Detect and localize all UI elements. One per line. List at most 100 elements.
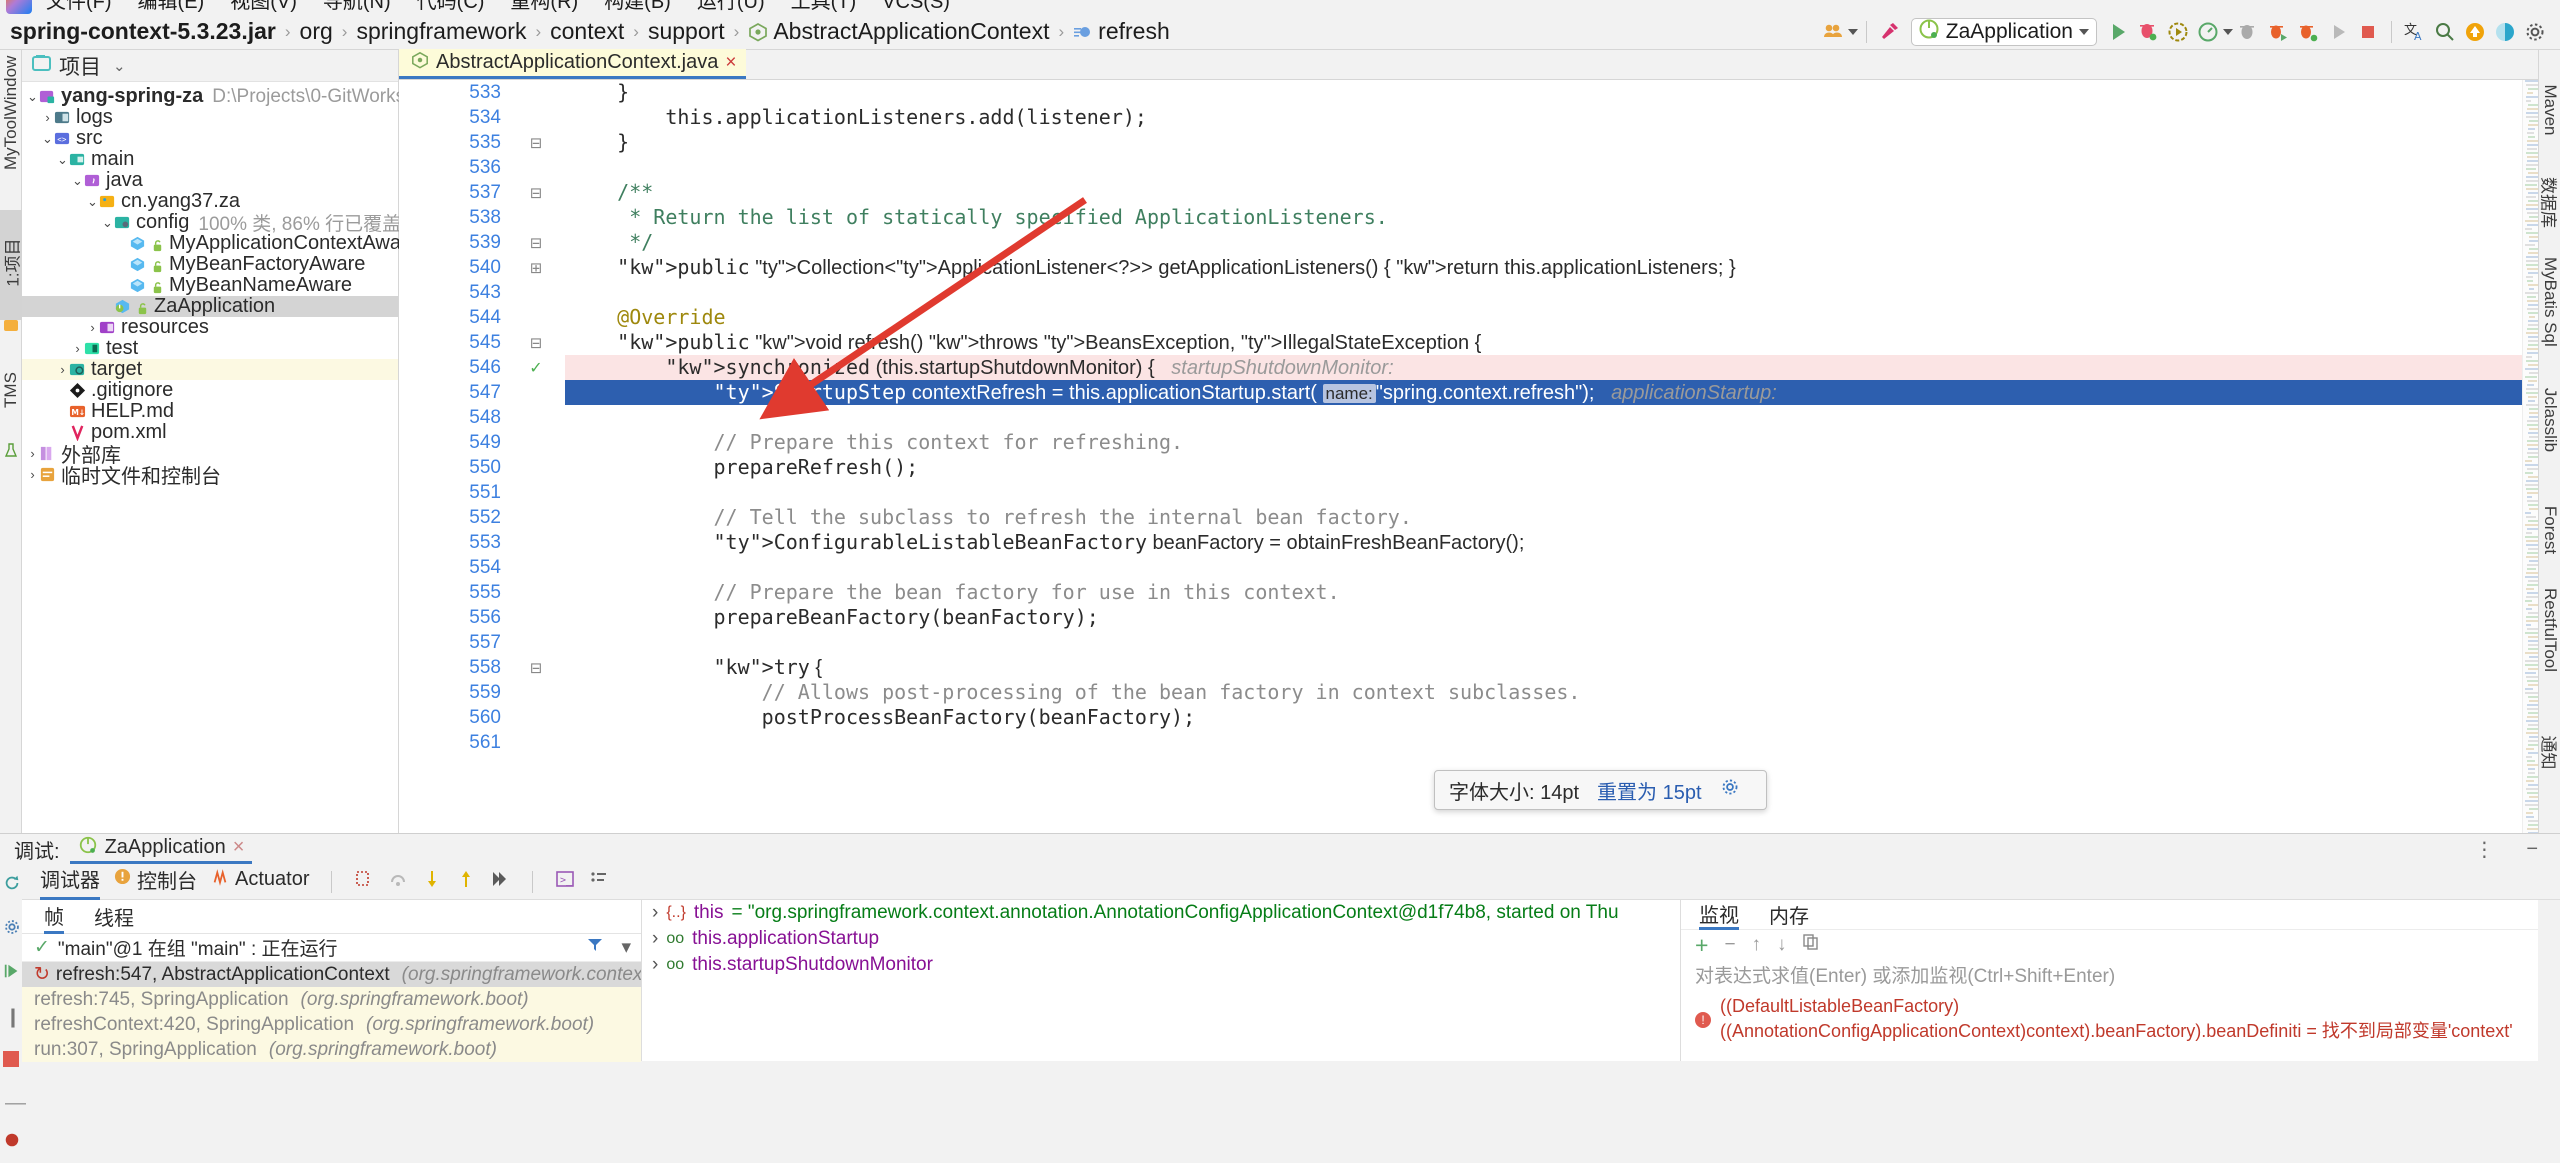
menu-item-tools[interactable]: 工具(T): [791, 0, 857, 14]
code-line[interactable]: prepareBeanFactory(beanFactory);: [565, 605, 2560, 630]
frame-row[interactable]: refresh:745, SpringApplication(org.sprin…: [22, 987, 641, 1012]
expand-chevron-icon[interactable]: ›: [652, 954, 658, 976]
chevron-down-icon[interactable]: ⌄: [86, 194, 99, 210]
breadcrumb-item-org[interactable]: org: [300, 18, 333, 45]
tree-item-mybeannameaware[interactable]: MyBeanNameAware: [22, 275, 398, 296]
chevron-down-icon[interactable]: ⌄: [56, 152, 69, 168]
editor-area[interactable]: AbstractApplicationContext.java × 533534…: [399, 50, 2560, 833]
code-line[interactable]: * Return the list of statically specifie…: [565, 205, 2560, 230]
frames-tab-strip[interactable]: 帧 线程: [22, 900, 641, 934]
layout-settings-icon[interactable]: [589, 869, 609, 895]
line-number[interactable]: 552: [399, 505, 507, 530]
line-number[interactable]: 545: [399, 330, 507, 355]
pause-icon[interactable]: ❙❙: [0, 996, 22, 1039]
tree-item-config[interactable]: ⌄config100% 类, 86% 行已覆盖: [22, 212, 398, 233]
frame-list[interactable]: ↻refresh:547, AbstractApplicationContext…: [22, 962, 641, 1062]
breadcrumb-item-context[interactable]: context: [550, 18, 624, 45]
move-down-button[interactable]: ↓: [1777, 934, 1787, 956]
watch-expression-input[interactable]: 对表达式求值(Enter) 或添加监视(Ctrl+Shift+Enter): [1681, 960, 2538, 988]
more-options-icon[interactable]: ⋮: [2474, 837, 2494, 862]
gear-icon[interactable]: [1720, 777, 1740, 803]
line-number[interactable]: 540: [399, 255, 507, 280]
right-tool-strip[interactable]: Maven 数据库 MyBatis Sql Jclasslib Forest R…: [2538, 50, 2560, 833]
code-line[interactable]: }: [565, 130, 2560, 155]
code-line[interactable]: [565, 555, 2560, 580]
line-number[interactable]: 547: [399, 380, 507, 405]
tab-watches[interactable]: 监视: [1699, 900, 1739, 930]
line-number[interactable]: 539: [399, 230, 507, 255]
fold-marker[interactable]: ⊟: [507, 130, 565, 155]
fold-marker[interactable]: ✓: [507, 355, 565, 380]
debug-tool-window[interactable]: 调试: ZaApplication × ⋮ − ❙❙ —: [0, 833, 2560, 1061]
hammer-icon[interactable]: [1875, 17, 1905, 47]
debug-side-actions[interactable]: ❙❙ —: [0, 864, 22, 1061]
line-number[interactable]: 537: [399, 180, 507, 205]
line-number[interactable]: 549: [399, 430, 507, 455]
filter-icon[interactable]: [587, 937, 603, 959]
tool-window-mytoolwindow[interactable]: MyToolWindow: [1, 86, 21, 170]
breadcrumb-item-class[interactable]: AbstractApplicationContext: [773, 18, 1049, 45]
run-to-cursor-icon[interactable]: [490, 869, 510, 895]
ide-icon[interactable]: [2490, 17, 2520, 47]
line-number[interactable]: 558: [399, 655, 507, 680]
line-number[interactable]: 548: [399, 405, 507, 430]
line-number[interactable]: 550: [399, 455, 507, 480]
rerun-icon[interactable]: [0, 864, 22, 908]
menu-item-run[interactable]: 运行(U): [697, 0, 765, 14]
line-number[interactable]: 533: [399, 80, 507, 105]
step-over-icon[interactable]: [388, 869, 408, 895]
code-line[interactable]: this.applicationListeners.add(listener);: [565, 105, 2560, 130]
code-line[interactable]: /**: [565, 180, 2560, 205]
users-icon[interactable]: [1818, 17, 1848, 47]
run-configuration-selector[interactable]: ZaApplication: [1911, 18, 2097, 46]
update-icon[interactable]: [2460, 17, 2490, 47]
code-line[interactable]: "kw">try {: [565, 655, 2560, 680]
watch-tab-strip[interactable]: 监视 内存: [1681, 900, 2538, 930]
profiler-icon[interactable]: [2193, 17, 2223, 47]
watch-toolbar[interactable]: + − ↑ ↓: [1681, 930, 2538, 960]
menu-item-build[interactable]: 构建(B): [604, 0, 671, 14]
tab-frames[interactable]: 帧: [44, 900, 64, 934]
chevron-right-icon[interactable]: ›: [41, 110, 54, 125]
code-line[interactable]: [565, 480, 2560, 505]
left-tool-strip[interactable]: MyToolWindow 1:项目 TMS: [0, 50, 22, 833]
show-execution-point-icon[interactable]: [354, 869, 374, 895]
remove-watch-button[interactable]: −: [1724, 934, 1735, 956]
editor-tab-abstractapplicationcontext[interactable]: AbstractApplicationContext.java ×: [399, 49, 746, 79]
code-line[interactable]: "ty">StartupStep contextRefresh = this.a…: [565, 380, 2560, 405]
tool-window-tms[interactable]: TMS: [1, 348, 21, 432]
line-number[interactable]: 535: [399, 130, 507, 155]
chevron-right-icon[interactable]: ›: [86, 320, 99, 335]
tool-window-notifications[interactable]: 通知: [2538, 710, 2560, 796]
close-icon[interactable]: ×: [725, 52, 736, 74]
debug-session-tab[interactable]: ZaApplication ×: [70, 834, 253, 864]
editor-body[interactable]: 5335345355365375385395405435445455465475…: [399, 80, 2560, 833]
frame-row[interactable]: run:307, SpringApplication(org.springfra…: [22, 1037, 641, 1062]
line-number[interactable]: 538: [399, 205, 507, 230]
line-number[interactable]: 560: [399, 705, 507, 730]
tree-item-main[interactable]: ⌄main: [22, 149, 398, 170]
tab-actuator[interactable]: Actuator: [211, 868, 309, 896]
menu-item-file[interactable]: 文件(F): [46, 0, 112, 14]
code-line[interactable]: [565, 405, 2560, 430]
close-icon[interactable]: ×: [233, 836, 245, 859]
chevron-right-icon[interactable]: ›: [26, 467, 39, 482]
menu-bar[interactable]: 文件(F) 编辑(E) 视图(V) 导航(N) 代码(C) 重构(R) 构建(B…: [0, 0, 2560, 14]
tree-item-java[interactable]: ⌄java: [22, 170, 398, 191]
code-line[interactable]: [565, 155, 2560, 180]
line-number-gutter[interactable]: 5335345355365375385395405435445455465475…: [399, 80, 507, 833]
code-line[interactable]: prepareRefresh();: [565, 455, 2560, 480]
watch-error-row[interactable]: ! ((DefaultListableBeanFactory)((Annotat…: [1681, 996, 2538, 1043]
frames-panel[interactable]: 帧 线程 ✓ "main"@1 在组 "main" : 正在运行 ▾ ↻refr…: [22, 900, 642, 1061]
tree-item-help-md[interactable]: M↓HELP.md: [22, 401, 398, 422]
users-dropdown-caret[interactable]: [1848, 29, 1858, 35]
copy-icon[interactable]: [1803, 934, 1819, 956]
breadcrumb-item-jar[interactable]: spring-context-5.3.23.jar: [10, 18, 276, 45]
tree-item-yang-spring-za[interactable]: ⌄yang-spring-zaD:\Projects\0-GitWorks\ya…: [22, 86, 398, 107]
fold-marker[interactable]: ⊞: [507, 255, 565, 280]
tab-memory[interactable]: 内存: [1769, 900, 1809, 929]
frame-row[interactable]: ↻refresh:547, AbstractApplicationContext…: [22, 962, 641, 987]
translate-icon[interactable]: 文A: [2400, 17, 2430, 47]
chevron-down-icon[interactable]: ⌄: [113, 57, 126, 75]
code-line[interactable]: "kw">public "ty">Collection<"ty">Applica…: [565, 255, 2560, 280]
